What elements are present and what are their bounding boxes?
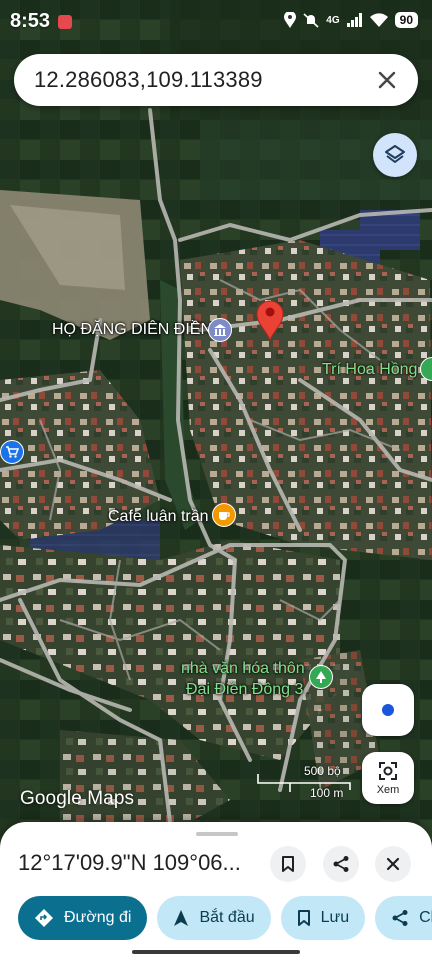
google-maps-logo: Google Maps	[20, 788, 135, 809]
network-type: 4G	[326, 14, 340, 26]
map-label-culture-house-line1[interactable]: nhà văn hóa thôn	[181, 660, 305, 678]
action-chips: Đường đi Bắt đầu Lưu Ch	[18, 896, 432, 940]
share-icon	[392, 910, 408, 926]
sheet-drag-handle[interactable]	[196, 832, 238, 836]
scale-metric: 100 m	[310, 786, 344, 800]
share-icon	[333, 856, 349, 872]
explore-button[interactable]: Xem	[362, 752, 414, 804]
status-time: 8:53	[10, 10, 51, 32]
lens-icon	[379, 762, 397, 780]
explore-label: Xem	[376, 784, 400, 796]
my-location-button[interactable]	[362, 684, 414, 736]
share-icon-button[interactable]	[323, 846, 359, 882]
map-label-cafe[interactable]: Cafe luân trần	[108, 508, 209, 526]
location-dot-icon	[382, 704, 394, 716]
wifi-icon	[369, 13, 388, 27]
status-bar: 8:53 4G 90	[0, 0, 432, 44]
landmark-icon[interactable]	[208, 318, 232, 342]
map-label-clan-hall[interactable]: HỌ ĐẶNG DIÊN ĐIỀN	[52, 321, 212, 339]
start-label: Bắt đầu	[199, 909, 255, 926]
location-status-icon	[284, 12, 297, 28]
mute-icon	[303, 13, 319, 28]
save-icon-button[interactable]	[270, 846, 306, 882]
close-icon	[378, 71, 396, 89]
satellite-map[interactable]	[0, 0, 432, 960]
app-notification-icon	[58, 14, 73, 29]
search-input[interactable]: 12.286083,109.113389	[34, 67, 372, 93]
signal-icon	[346, 13, 362, 27]
navigation-arrow-icon	[174, 910, 189, 926]
clear-search-button[interactable]	[372, 65, 402, 95]
share-label: Ch	[419, 909, 432, 926]
battery-level: 90	[394, 12, 418, 28]
close-icon	[386, 857, 400, 871]
close-sheet-button[interactable]	[375, 846, 411, 882]
bookmark-icon	[282, 856, 294, 872]
coordinates-title: 12°17'09.9"N 109°06...	[18, 850, 241, 875]
layers-icon	[385, 145, 405, 163]
map-label-culture-house-line2[interactable]: Đại Điền Đông 3	[186, 681, 303, 699]
directions-icon	[35, 909, 53, 927]
place-bottom-sheet[interactable]: 12°17'09.9"N 109°06... Đường đi Bắt đầu …	[0, 822, 432, 960]
share-button[interactable]: Ch	[375, 896, 432, 940]
search-bar[interactable]: 12.286083,109.113389	[14, 54, 418, 106]
layers-button[interactable]	[373, 133, 417, 177]
shopping-cart-icon[interactable]	[0, 440, 24, 464]
home-indicator[interactable]	[132, 950, 300, 954]
cafe-icon[interactable]	[212, 503, 236, 527]
map-label-shop[interactable]: Trí Hoa Hồng	[322, 361, 417, 379]
bookmark-icon	[297, 910, 310, 926]
directions-label: Đường đi	[64, 909, 132, 926]
save-button[interactable]: Lưu	[280, 896, 366, 940]
tree-icon[interactable]	[309, 665, 333, 689]
start-button[interactable]: Bắt đầu	[157, 896, 271, 940]
save-label: Lưu	[320, 909, 350, 926]
satellite-imagery	[0, 0, 432, 960]
directions-button[interactable]: Đường đi	[18, 896, 148, 940]
map-scale: 500 bộ 100 m	[256, 764, 352, 800]
